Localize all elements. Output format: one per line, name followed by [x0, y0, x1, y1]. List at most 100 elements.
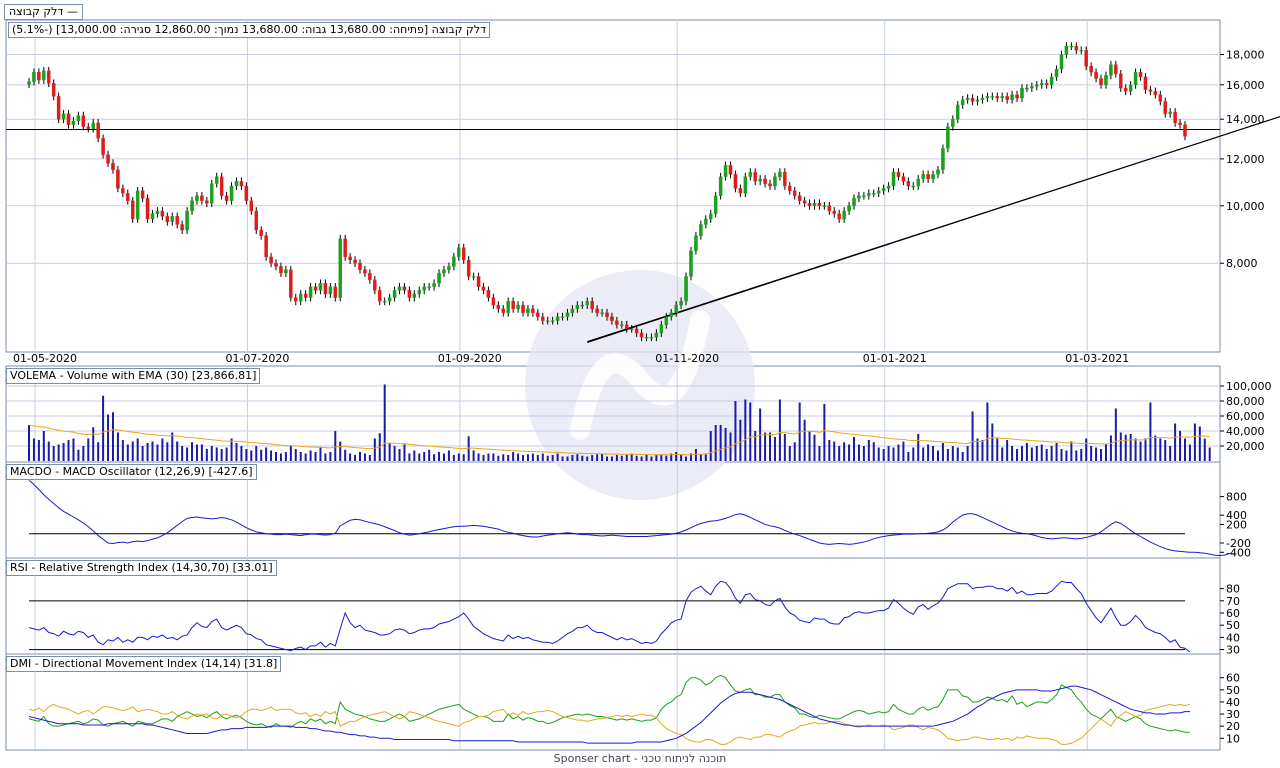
candle-body — [417, 290, 422, 295]
volume-bar — [591, 455, 594, 461]
volume-bar — [1188, 444, 1191, 461]
candle-body — [733, 174, 738, 189]
candle-body — [911, 185, 916, 188]
price-axis-label-3: 14,000 — [1226, 113, 1265, 126]
candle-body — [333, 286, 338, 298]
candle-body — [664, 316, 669, 325]
volume-bar — [433, 454, 436, 461]
volume-bar — [462, 454, 465, 461]
candle-body — [432, 283, 436, 287]
volume-bar — [319, 447, 322, 461]
volume-bar — [37, 440, 40, 461]
candle-body — [758, 178, 762, 182]
candle-body — [886, 185, 891, 189]
candle-body — [862, 195, 866, 197]
candle-body — [205, 200, 209, 204]
candle-body — [180, 224, 184, 231]
volume-bar — [848, 444, 851, 461]
volume-bar — [808, 431, 811, 461]
candle-body — [486, 290, 491, 298]
volume-bar — [126, 444, 129, 461]
volume-bar — [1045, 449, 1048, 461]
candle-body — [397, 286, 402, 291]
candle-body — [555, 316, 560, 321]
candle-body — [116, 169, 120, 189]
volume-bar — [551, 455, 554, 461]
volume-bar — [57, 444, 60, 461]
candle-body — [1094, 72, 1098, 79]
volume-bar — [1198, 426, 1201, 461]
volume-bar — [428, 449, 431, 461]
volume-bar — [1020, 446, 1023, 461]
candle-body — [1020, 87, 1024, 99]
volume-bar — [1139, 441, 1142, 461]
macd-axis-label-4: 800 — [1226, 491, 1247, 504]
candle-body — [496, 304, 501, 310]
chart-canvas[interactable]: 8,000 10,000 12,000 14,000 16,000 18,000 01-05… — [0, 0, 1280, 768]
volume-bar — [843, 442, 846, 461]
volume-bar — [324, 453, 327, 461]
candle-body — [1148, 89, 1153, 92]
volume-bar — [442, 453, 445, 461]
volume-bar — [546, 455, 549, 461]
candle-body — [595, 308, 599, 313]
candle-body — [76, 115, 81, 122]
volume-bar — [339, 441, 342, 461]
candle-body — [817, 203, 822, 206]
candle-body — [170, 216, 175, 222]
candle-body — [713, 195, 718, 214]
volume-bar — [754, 431, 757, 461]
volume-axis-label-1: 40,000 — [1226, 425, 1265, 438]
candle-body — [190, 200, 194, 212]
rsi-panel-title: RSI - Relative Strength Index (14,30,70)… — [6, 560, 277, 576]
volume-bar — [260, 449, 263, 461]
volume-bar — [1174, 423, 1177, 461]
volume-bar — [452, 455, 455, 461]
volume-bar — [383, 384, 386, 461]
candle-body — [47, 70, 51, 84]
volume-bar — [373, 438, 376, 461]
candle-body — [625, 324, 629, 329]
volume-bar — [897, 444, 900, 461]
volume-bar — [1149, 402, 1152, 461]
volume-bar — [927, 444, 930, 461]
volume-bar — [635, 455, 638, 461]
volume-bar — [956, 447, 959, 461]
candle-body — [748, 171, 753, 177]
candle-body — [723, 165, 728, 177]
candle-body — [200, 195, 204, 201]
candle-body — [951, 119, 955, 127]
volume-bar — [902, 441, 905, 461]
candle-body — [654, 332, 659, 338]
candle-body — [491, 297, 496, 306]
candle-body — [620, 324, 624, 326]
candle-body — [921, 174, 925, 180]
candle-body — [1059, 54, 1064, 70]
candle-body — [1163, 101, 1167, 114]
candle-body — [471, 276, 476, 278]
candle-body — [427, 286, 431, 288]
candle-body — [259, 229, 263, 236]
candle-body — [175, 216, 179, 225]
candle-body — [1044, 83, 1049, 85]
volume-bar — [536, 455, 539, 461]
candle-body — [294, 297, 298, 302]
candle-body — [442, 269, 446, 274]
volume-bar — [171, 432, 174, 461]
candle-body — [506, 301, 510, 313]
candle-body — [545, 320, 550, 322]
volume-bar — [769, 432, 772, 461]
price-header: דלק קבוצה [פתיחה: 13,680.00 גבוה: 13,680… — [8, 22, 491, 38]
candle-body — [1153, 91, 1158, 95]
candle-body — [387, 297, 392, 302]
candle-body — [130, 200, 135, 220]
candle-body — [1005, 96, 1009, 100]
candle-body — [585, 301, 589, 306]
legend-box: דלק קבוצה — — [4, 4, 83, 20]
volume-bar — [111, 412, 114, 461]
volume-bar — [77, 449, 80, 461]
candle-body — [343, 238, 347, 258]
candle-body — [560, 316, 565, 318]
candle-body — [876, 190, 881, 194]
candle-body — [960, 99, 965, 106]
